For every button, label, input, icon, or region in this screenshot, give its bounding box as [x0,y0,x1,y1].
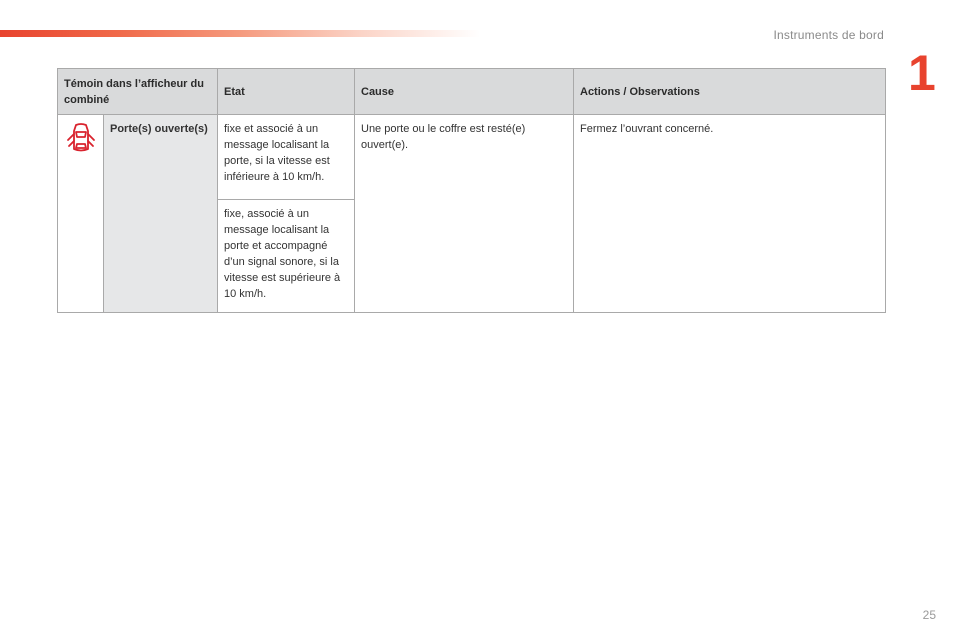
header-etat: Etat [217,68,355,115]
etat-text-2: fixe, associé à un message localisant la… [224,208,341,300]
page-number: 25 [922,608,936,622]
actions-cell: Fermez l’ouvrant concerné. [573,114,886,313]
table-row: Porte(s) ouverte(s) fixe et associé à un… [57,114,886,313]
header-temoin: Témoin dans l’afficheur du combiné [57,68,218,115]
warning-lights-table: Témoin dans l’afficheur du combiné Etat … [57,68,886,313]
chapter-number: 1 [908,45,936,101]
car-door-open-icon [66,123,96,158]
etat-cell-1: fixe et associé à un message localisant … [217,114,355,200]
header-accent-bar [0,30,480,37]
section-title: Instruments de bord [773,28,884,42]
etat-cell-2: fixe, associé à un message localisant la… [217,199,355,313]
table-header-row: Témoin dans l’afficheur du combiné Etat … [57,68,886,115]
warning-name: Porte(s) ouverte(s) [103,114,218,313]
etat-text-1: fixe et associé à un message localisant … [224,123,330,183]
icon-cell [57,114,104,313]
header-cause: Cause [354,68,574,115]
header-actions: Actions / Observations [573,68,886,115]
cause-cell: Une porte ou le coffre est resté(e) ouve… [354,114,574,313]
